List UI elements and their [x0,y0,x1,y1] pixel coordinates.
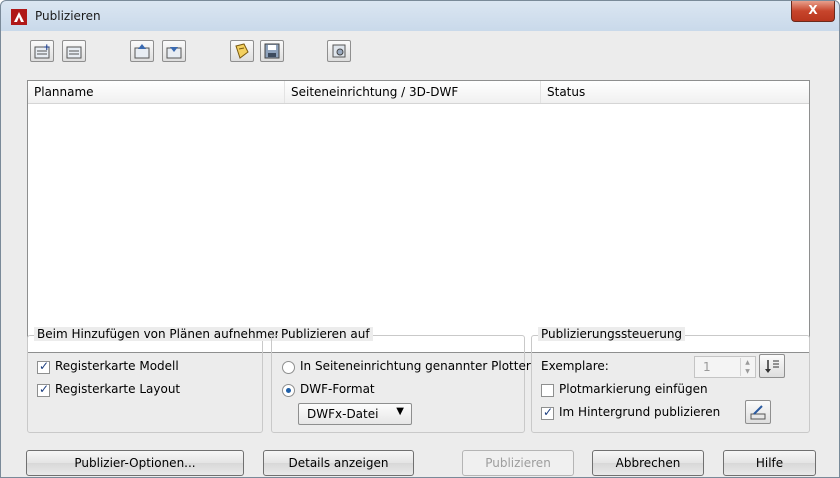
publish-dialog: Publizieren X + Planname Seiteneinrichtu… [0,0,840,478]
move-sheet-up-button[interactable] [130,40,154,62]
stamp-brush-icon [750,405,766,420]
svg-text:+: + [43,43,50,53]
save-list-icon [264,43,280,59]
save-list-button[interactable] [260,40,284,62]
add-sheets-group-title: Beim Hinzufügen von Plänen aufnehmen [34,327,286,341]
add-sheets-button[interactable]: + [30,40,54,62]
window-title: Publizieren [35,9,101,23]
title-bar[interactable]: Publizieren X [1,1,839,31]
copies-spinner[interactable]: 1 ▲ ▼ [694,356,756,378]
layout-tab-label[interactable]: Registerkarte Layout [55,382,180,396]
sort-order-button[interactable] [759,354,785,378]
cancel-button[interactable]: Abbrechen [592,450,704,476]
dialog-body: + Planname Seiteneinrichtung / 3D-DWF St… [1,31,839,477]
plot-stamp-settings-button[interactable] [327,40,351,62]
model-tab-checkbox[interactable] [37,359,50,374]
column-header-status[interactable]: Status [541,81,809,103]
show-details-button[interactable]: Details anzeigen [263,450,414,476]
plotter-radio[interactable] [282,361,295,374]
publish-button[interactable]: Publizieren [462,450,574,476]
plot-stamp-label[interactable]: Plotmarkierung einfügen [559,382,708,396]
move-sheet-down-icon [166,47,182,59]
sort-order-icon [765,360,779,373]
remove-sheets-icon [66,46,82,59]
copies-label: Exemplare: [541,359,609,373]
preview-button[interactable] [230,40,254,62]
plot-stamp-checkbox[interactable] [541,384,554,397]
publish-control-group: Publizierungssteuerung Exemplare: 1 ▲ ▼ … [531,327,810,433]
background-publish-checkbox[interactable] [541,405,554,420]
move-sheet-down-button[interactable] [162,40,186,62]
remove-sheets-button[interactable] [62,40,86,62]
copies-value: 1 [703,360,711,374]
plot-stamp-edit-button[interactable] [745,400,771,424]
dwf-format-select-value: DWFx-Datei [307,407,379,421]
spinner-down-icon[interactable]: ▼ [741,367,754,376]
sheet-list-header: Planname Seiteneinrichtung / 3D-DWF Stat… [28,81,809,104]
publish-options-button[interactable]: Publizier-Optionen... [26,450,244,476]
dwf-format-radio[interactable] [282,384,295,397]
close-button[interactable]: X [791,1,835,22]
background-publish-label[interactable]: Im Hintergrund publizieren [559,405,720,419]
preview-icon [235,43,249,59]
sheet-list[interactable]: Planname Seiteneinrichtung / 3D-DWF Stat… [27,80,810,353]
layout-tab-checkbox[interactable] [37,382,50,397]
dwf-format-radio-label[interactable]: DWF-Format [300,382,375,396]
publish-to-group: Publizieren auf In Seiteneinrichtung gen… [271,327,531,433]
chevron-down-icon: ▼ [396,406,404,417]
add-sheets-group: Beim Hinzufügen von Plänen aufnehmen Reg… [27,327,286,433]
column-header-page-setup[interactable]: Seiteneinrichtung / 3D-DWF [285,81,541,103]
autocad-app-icon [11,9,27,25]
plot-stamp-settings-icon [332,44,346,58]
spinner-up-icon[interactable]: ▲ [741,358,754,367]
add-sheets-icon: + [34,43,50,59]
publish-control-group-title: Publizierungssteuerung [538,327,686,341]
model-tab-label[interactable]: Registerkarte Modell [55,359,179,373]
dwf-format-select[interactable]: DWFx-Datei ▼ [298,403,412,425]
publish-to-group-title: Publizieren auf [278,327,373,341]
help-button[interactable]: Hilfe [723,450,816,476]
move-sheet-up-icon [134,44,150,59]
copies-spinner-buttons[interactable]: ▲ ▼ [740,358,754,376]
column-header-sheet-name[interactable]: Planname [28,81,285,103]
plotter-radio-label[interactable]: In Seiteneinrichtung genannter Plotter [300,359,531,373]
